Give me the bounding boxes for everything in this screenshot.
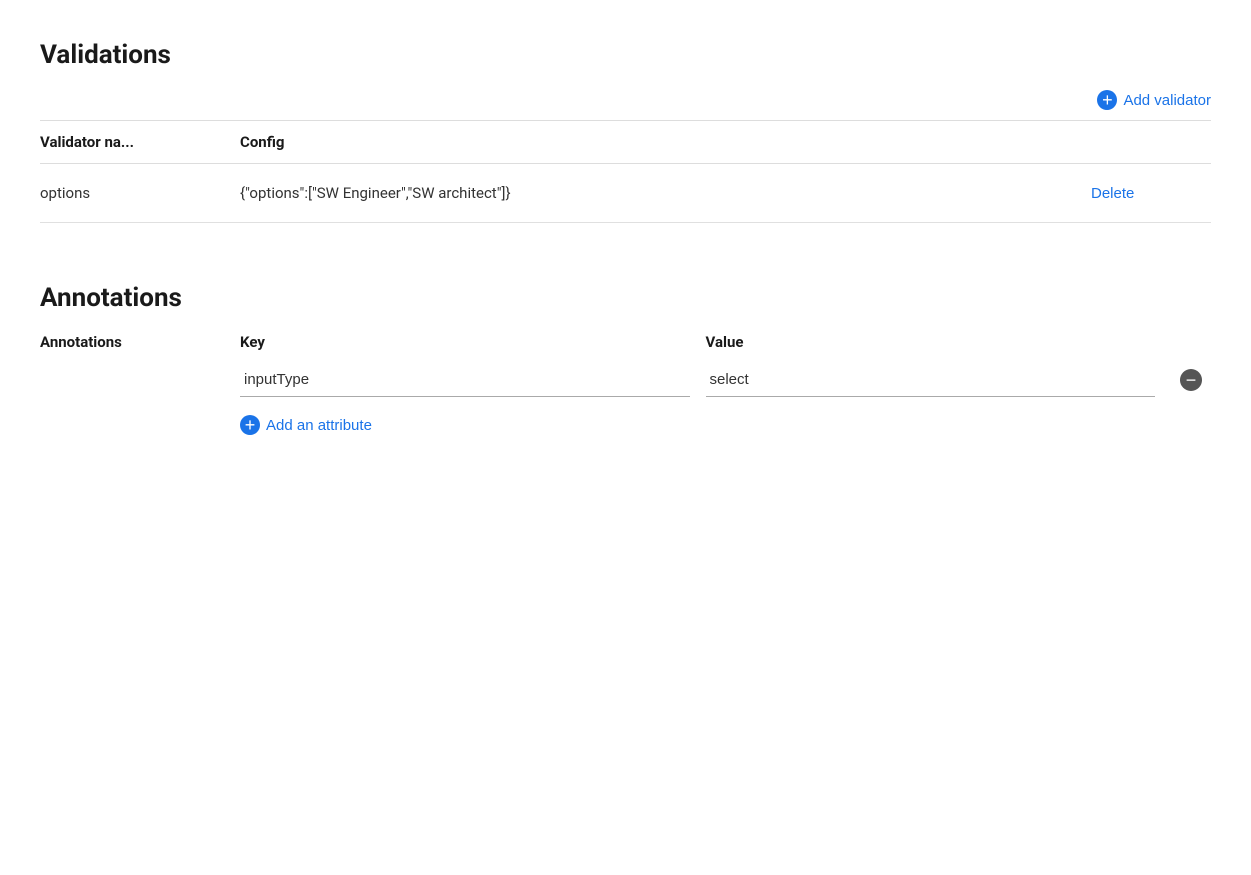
annotations-field-headers: Key Value (240, 333, 1211, 351)
add-attribute-row: + Add an attribute (240, 415, 1211, 435)
validations-table: Validator na... Config options {"options… (40, 120, 1211, 223)
add-validator-row: + Add validator (40, 90, 1211, 110)
add-validator-plus-icon: + (1097, 90, 1117, 110)
annotations-section: Annotations Annotations Key Value − (40, 283, 1211, 435)
validations-section: Validations + Add validator Validator na… (40, 40, 1211, 223)
add-validator-button[interactable]: + Add validator (1097, 90, 1211, 110)
validator-name-header: Validator na... (40, 133, 240, 151)
value-input[interactable] (706, 363, 1156, 397)
annotations-label-header: Annotations (40, 333, 122, 351)
key-input[interactable] (240, 363, 690, 397)
actions-header (1091, 133, 1211, 151)
page-container: Validations + Add validator Validator na… (40, 40, 1211, 435)
config-header: Config (240, 133, 1091, 151)
add-attribute-button[interactable]: + Add an attribute (240, 415, 372, 435)
annotation-row: − (240, 363, 1211, 397)
annotations-title: Annotations (40, 283, 1211, 313)
validations-title: Validations (40, 40, 1211, 70)
minus-icon: − (1180, 369, 1202, 391)
value-header: Value (706, 333, 1156, 351)
annotations-left-spacer (40, 363, 240, 435)
actions-cell: Delete (1091, 184, 1211, 202)
key-header: Key (240, 333, 690, 351)
config-cell: {"options":["SW Engineer","SW architect"… (240, 184, 1091, 202)
remove-annotation-button[interactable]: − (1171, 369, 1211, 391)
remove-header-spacer (1171, 333, 1211, 351)
annotations-column-headers: Annotations Key Value (40, 333, 1211, 363)
validator-name-cell: options (40, 184, 240, 202)
delete-button[interactable]: Delete (1091, 185, 1134, 202)
add-attribute-label: Add an attribute (266, 417, 372, 434)
add-attribute-plus-icon: + (240, 415, 260, 435)
table-row: options {"options":["SW Engineer","SW ar… (40, 164, 1211, 223)
annotations-right: − + Add an attribute (240, 363, 1211, 435)
table-header-row: Validator na... Config (40, 120, 1211, 164)
add-validator-label: Add validator (1123, 92, 1211, 109)
annotations-fields-area: − + Add an attribute (40, 363, 1211, 435)
annotations-col-spacer: Annotations (40, 333, 240, 363)
